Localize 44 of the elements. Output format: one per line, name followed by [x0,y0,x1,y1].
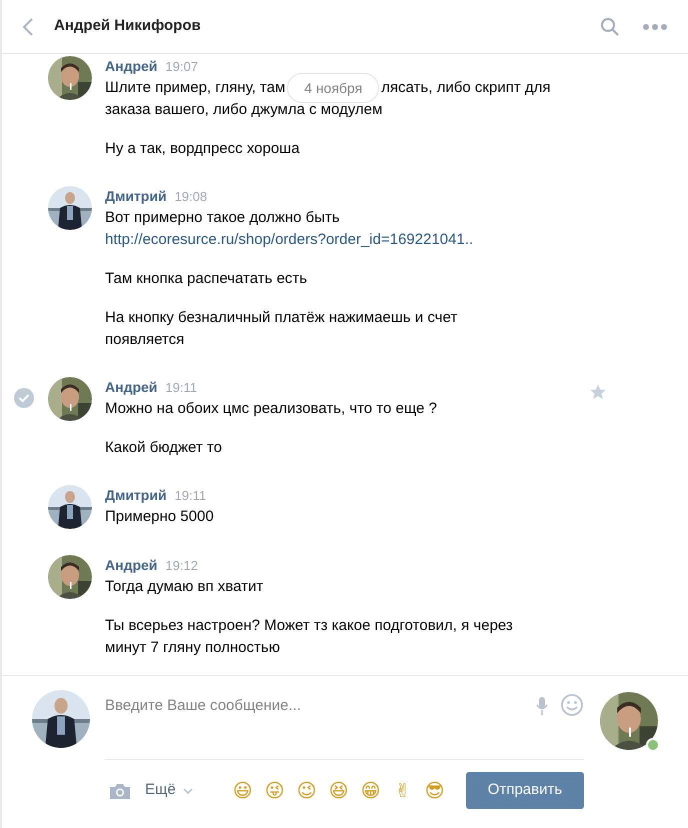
author-name[interactable]: Дмитрий [105,186,167,207]
emoji-button[interactable]: 😜 [264,780,285,802]
message-time: 19:07 [165,58,198,76]
author-name[interactable]: Дмитрий [105,485,167,506]
message-link[interactable]: http://ecoresurce.ru/shop/orders?order_id=169221041.. [105,229,608,251]
message-text: заказа вашего, либо джумла с модулем [105,100,384,120]
message-text: Ты всерьез настроен? Может тз какое подготовил, я через минут 7 гляну полностью [105,616,514,658]
chat-title: Андрей Никифоров [54,16,201,36]
selected-check-icon[interactable] [14,388,34,408]
emoji-button[interactable]: 😎 [424,780,445,802]
emoji-button[interactable]: 😁 [360,780,381,802]
more-dropdown[interactable]: Ещё [145,779,193,802]
message-text: лясать, либо скрипт для [381,78,550,98]
emoji-button[interactable]: 😃 [232,780,253,802]
message-time: 19:12 [165,557,198,575]
message-field[interactable]: Введите Ваше сообщение... [105,690,536,718]
message-text: Вот примерно такое должно быть [105,208,341,228]
back-icon[interactable] [22,16,34,36]
message-text: На кнопку безналичный платёж нажимаешь и счет появляется [105,308,458,350]
message-time: 19:11 [165,379,197,397]
author-name[interactable]: Андрей [105,56,158,77]
author-name[interactable]: Андрей [105,555,158,576]
message-text: Можно на обоих цмс реализовать, что то еще ? [105,399,438,419]
star-icon[interactable] [590,384,606,400]
emoji-button[interactable]: 😆 [328,780,349,802]
message-text: Там кнопка распечатать есть [105,269,308,289]
message-time: 19:08 [174,188,208,206]
emoji-button[interactable]: ✌ [392,780,413,802]
more-icon[interactable] [642,22,668,30]
author-name[interactable]: Андрей [105,377,158,398]
message-time: 19:11 [174,487,206,505]
send-button[interactable]: Отправить [466,772,584,809]
date-pill: 4 ноября [287,73,380,103]
message-text: Тогда думаю вп хватит [105,577,264,597]
emoji-button[interactable]: 😉 [296,780,317,802]
microphone-icon[interactable] [536,696,548,716]
camera-icon[interactable] [109,782,131,800]
smiley-icon[interactable] [560,693,584,717]
search-icon[interactable] [600,16,620,36]
message-text: Шлите пример, гляну, там [105,78,286,98]
message-text: Ну а так, вордпресс хороша [105,139,301,159]
caret-icon [182,788,193,794]
message-text: Какой бюджет то [105,438,223,458]
message-text: Примерно 5000 [105,507,215,527]
